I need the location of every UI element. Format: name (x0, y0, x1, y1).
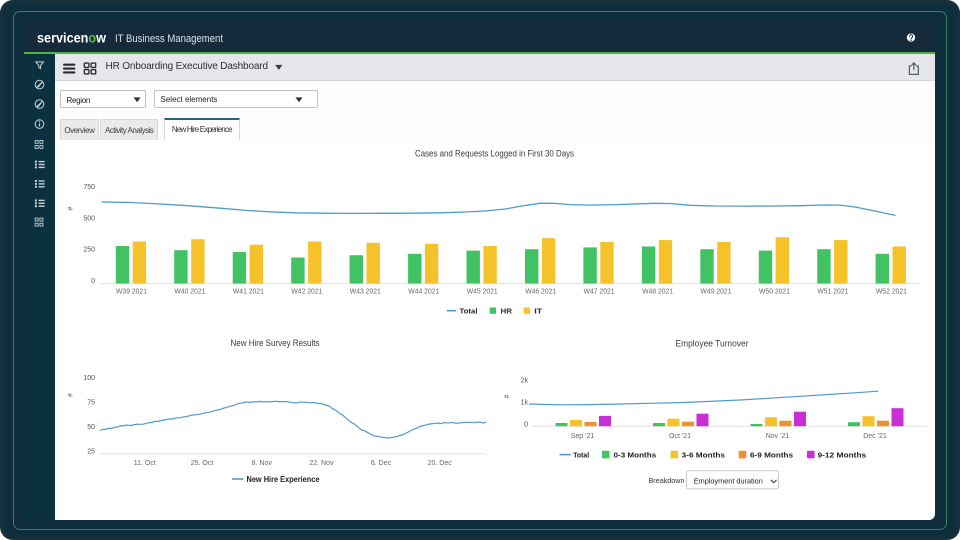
svg-text:0-3 Months: 0-3 Months (614, 450, 657, 459)
svg-text:W51 2021: W51 2021 (817, 289, 848, 296)
svg-text:3-6 Months: 3-6 Months (682, 450, 725, 459)
svg-text:Total: Total (573, 450, 589, 459)
svg-text:#: # (67, 206, 74, 210)
svg-text:0: 0 (91, 278, 95, 285)
svg-text:50: 50 (87, 424, 95, 431)
svg-text:75: 75 (87, 400, 95, 407)
svg-text:Dec '21: Dec '21 (863, 433, 887, 440)
svg-text:W42 2021: W42 2021 (291, 289, 322, 296)
svg-text:22. Nov: 22. Nov (309, 460, 334, 467)
svg-text:Sep '21: Sep '21 (571, 433, 595, 440)
svg-text:W50 2021: W50 2021 (759, 289, 790, 296)
svg-text:W52 2021: W52 2021 (876, 289, 907, 296)
svg-text:W39 2021: W39 2021 (116, 289, 147, 296)
svg-text:9-12 Months: 9-12 Months (818, 450, 867, 459)
svg-text:W46 2021: W46 2021 (525, 289, 556, 296)
svg-text:250: 250 (83, 247, 95, 254)
svg-text:#: # (67, 393, 74, 397)
svg-text:Total: Total (460, 306, 478, 315)
svg-text:6-9 Months: 6-9 Months (750, 450, 793, 459)
svg-text:New Hire Experience: New Hire Experience (247, 475, 321, 484)
svg-text:W43 2021: W43 2021 (350, 289, 381, 296)
svg-text:W47 2021: W47 2021 (584, 289, 615, 296)
svg-text:W41 2021: W41 2021 (233, 289, 264, 296)
svg-text:11. Oct: 11. Oct (134, 460, 156, 467)
svg-text:IT: IT (534, 306, 542, 315)
svg-text:Breakdown: Breakdown (649, 476, 685, 485)
svg-text:0: 0 (524, 421, 528, 428)
svg-text:750: 750 (83, 184, 95, 191)
svg-text:100: 100 (83, 375, 95, 382)
svg-text:W45 2021: W45 2021 (467, 289, 498, 296)
svg-text:W44 2021: W44 2021 (408, 289, 439, 296)
svg-text:Oct '21: Oct '21 (669, 433, 691, 440)
svg-text:Nov '21: Nov '21 (766, 433, 790, 440)
svg-text:HR: HR (501, 306, 513, 315)
svg-text:Cases and Requests Logged in F: Cases and Requests Logged in First 30 Da… (415, 148, 574, 158)
svg-text:W49 2021: W49 2021 (701, 289, 732, 296)
svg-text:1k: 1k (521, 399, 529, 406)
svg-text:Employee Turnover: Employee Turnover (676, 338, 749, 348)
svg-text:New Hire Survey Results: New Hire Survey Results (231, 338, 320, 348)
svg-text:#: # (504, 395, 511, 399)
svg-text:6. Dec: 6. Dec (371, 460, 392, 467)
svg-text:W48 2021: W48 2021 (642, 289, 673, 296)
svg-text:25. Oct: 25. Oct (191, 460, 214, 467)
svg-text:500: 500 (83, 215, 95, 222)
svg-text:20. Dec: 20. Dec (428, 460, 453, 467)
svg-text:servicenow: servicenow (37, 30, 106, 46)
svg-text:IT Business Management: IT Business Management (115, 33, 223, 45)
svg-text:Employment duration: Employment duration (694, 476, 763, 485)
svg-text:2k: 2k (521, 377, 529, 384)
svg-text:8. Nov: 8. Nov (252, 460, 273, 467)
svg-text:W40 2021: W40 2021 (174, 289, 205, 296)
svg-text:25: 25 (87, 449, 95, 456)
